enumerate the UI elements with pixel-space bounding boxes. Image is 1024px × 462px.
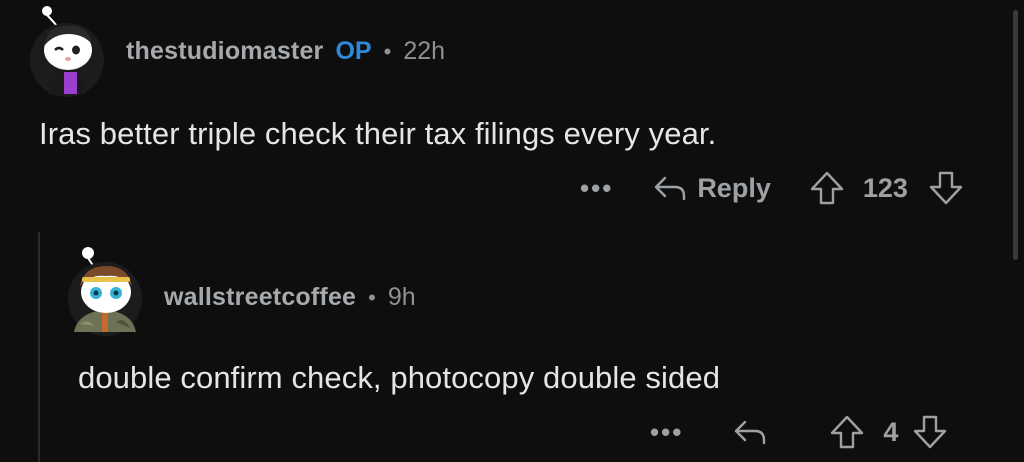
comment-actions: ••• 4 — [650, 412, 948, 452]
scrollbar[interactable] — [1013, 10, 1018, 260]
upvote-button[interactable] — [809, 170, 845, 206]
downvote-button[interactable] — [912, 414, 948, 450]
avatar-thestudiomaster[interactable] — [28, 6, 106, 98]
comment-username[interactable]: thestudiomaster — [126, 37, 323, 66]
more-options-button[interactable]: ••• — [580, 173, 613, 204]
meta-separator: • — [368, 284, 376, 310]
downvote-arrow-icon — [929, 171, 963, 205]
vote-count: 123 — [862, 172, 908, 203]
comment-meta: thestudiomaster OP • 22h — [126, 37, 445, 66]
avatar-image — [30, 6, 104, 97]
thread-line[interactable] — [38, 232, 40, 462]
comment-body: double confirm check, photocopy double s… — [78, 360, 721, 395]
reply-label: Reply — [697, 172, 771, 203]
more-options-button[interactable]: ••• — [650, 417, 683, 448]
reply-arrow-icon — [655, 176, 686, 201]
op-badge: OP — [335, 37, 372, 65]
reply-arrow-icon — [735, 420, 766, 445]
upvote-arrow-icon — [831, 415, 864, 449]
avatar-image — [68, 247, 142, 336]
comment-meta: wallstreetcoffee • 9h — [164, 283, 416, 312]
vote-count: 4 — [883, 416, 899, 447]
comment-timestamp: 9h — [387, 283, 416, 311]
upvote-button[interactable] — [829, 414, 865, 450]
comment-timestamp: 22h — [403, 37, 446, 65]
upvote-arrow-icon — [810, 171, 844, 205]
comment-body: Iras better triple check their tax filin… — [39, 116, 717, 151]
reply-button[interactable] — [733, 419, 777, 445]
downvote-button[interactable] — [928, 170, 964, 206]
comment-thread: thestudiomaster OP • 22h Iras better tri… — [0, 0, 1024, 462]
comment-username[interactable]: wallstreetcoffee — [164, 283, 356, 312]
comment-actions: ••• Reply 123 — [580, 168, 964, 208]
downvote-arrow-icon — [914, 415, 947, 449]
avatar-wallstreetcoffee[interactable] — [66, 244, 144, 336]
meta-separator: • — [383, 38, 392, 64]
reply-button[interactable]: Reply — [653, 173, 771, 204]
